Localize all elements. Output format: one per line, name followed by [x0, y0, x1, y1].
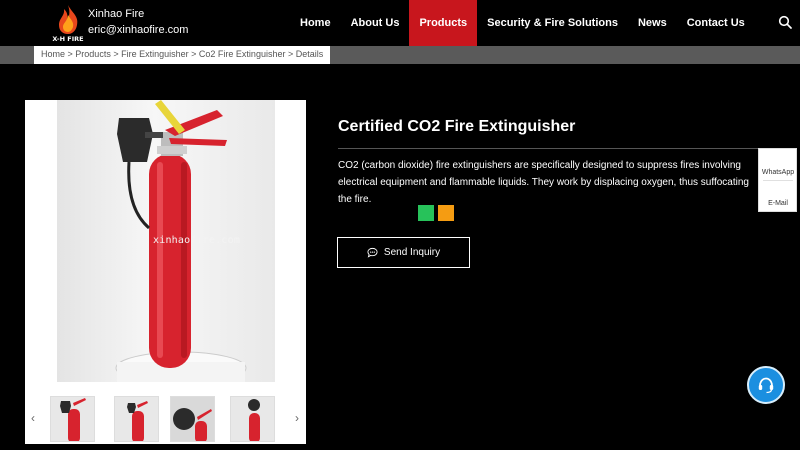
- nav-home[interactable]: Home: [290, 0, 341, 46]
- breadcrumb-separator: >: [191, 49, 199, 59]
- breadcrumb-fire-extinguisher[interactable]: Fire Extinguisher: [121, 49, 189, 59]
- gallery-thumbnail[interactable]: [230, 396, 275, 442]
- gallery-next-arrow[interactable]: ›: [291, 410, 303, 426]
- chat-icon: [367, 247, 378, 258]
- main-nav: Home About Us Products Security & Fire S…: [290, 0, 755, 46]
- brand-email[interactable]: eric@xinhaofire.com: [88, 24, 188, 36]
- breadcrumb-separator: >: [113, 49, 122, 59]
- brand-logo[interactable]: X-H FIRE: [52, 3, 84, 43]
- nav-products[interactable]: Products: [409, 0, 478, 46]
- email-link[interactable]: E-Mail: [759, 200, 797, 207]
- breadcrumb-products[interactable]: Products: [75, 49, 111, 59]
- main-product-photo[interactable]: xinhaofire.com: [57, 100, 275, 382]
- send-inquiry-button[interactable]: Send Inquiry: [337, 237, 470, 268]
- nav-contact-us[interactable]: Contact Us: [677, 0, 755, 46]
- gallery-thumbnail[interactable]: [50, 396, 95, 442]
- breadcrumb-current: Details: [295, 49, 324, 59]
- site-header: X-H FIRE Xinhao Fire eric@xinhaofire.com…: [0, 0, 800, 46]
- breadcrumb-home[interactable]: Home: [41, 49, 65, 59]
- share-button-green[interactable]: [418, 205, 434, 221]
- gallery-prev-arrow[interactable]: ‹: [27, 410, 39, 426]
- nav-security-fire-solutions[interactable]: Security & Fire Solutions: [477, 0, 628, 46]
- breadcrumb-separator: >: [287, 49, 296, 59]
- nav-news[interactable]: News: [628, 0, 677, 46]
- breadcrumb-bar: Home > Products > Fire Extinguisher > Co…: [0, 46, 800, 64]
- share-button-orange[interactable]: [438, 205, 454, 221]
- headset-icon: [758, 377, 774, 394]
- product-title: Certified CO2 Fire Extinguisher: [338, 118, 576, 135]
- side-panel-divider: [763, 180, 793, 181]
- nav-about-us[interactable]: About Us: [341, 0, 410, 46]
- search-icon[interactable]: [778, 15, 792, 29]
- gallery-watermark: xinhaofire.com: [153, 235, 241, 246]
- gallery-thumbnail[interactable]: [170, 396, 215, 442]
- svg-text:X-H FIRE: X-H FIRE: [52, 35, 83, 43]
- live-chat-button[interactable]: [747, 366, 785, 404]
- product-gallery: xinhaofire.com ‹ ›: [25, 100, 306, 444]
- gallery-thumbnail[interactable]: [114, 396, 159, 442]
- title-divider: [338, 148, 758, 149]
- send-inquiry-label: Send Inquiry: [383, 247, 441, 258]
- product-description: CO2 (carbon dioxide) fire extinguishers …: [338, 160, 749, 205]
- brand-name: Xinhao Fire: [88, 8, 145, 20]
- side-contact-panel: WhatsApp E-Mail: [758, 148, 797, 212]
- breadcrumb-co2-fire-extinguisher[interactable]: Co2 Fire Extinguisher: [199, 49, 286, 59]
- whatsapp-link[interactable]: WhatsApp: [759, 169, 797, 176]
- breadcrumb: Home > Products > Fire Extinguisher > Co…: [34, 46, 331, 64]
